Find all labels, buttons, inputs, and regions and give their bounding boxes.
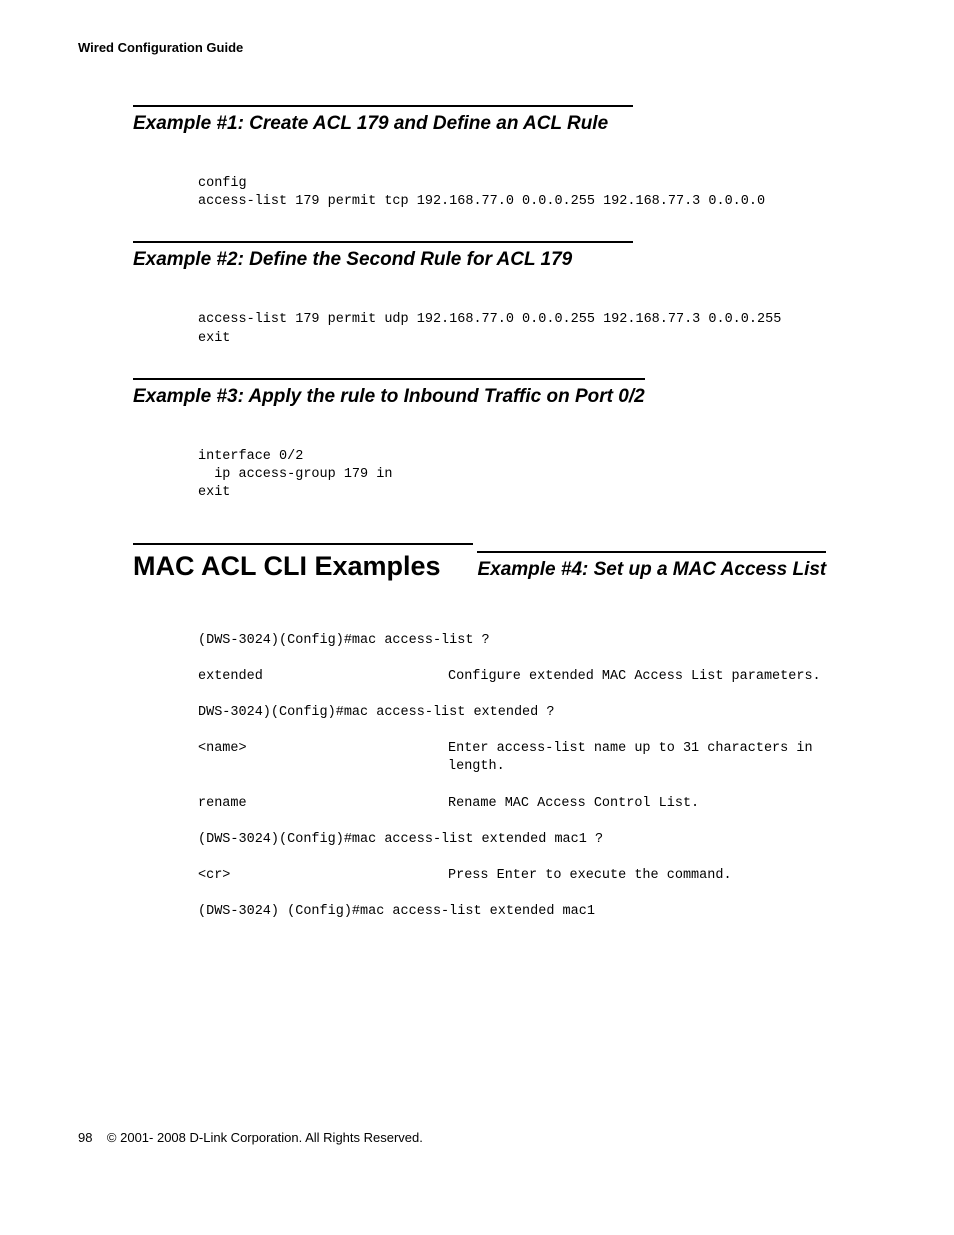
cli-keyword: <name> (198, 740, 448, 776)
example-1-heading: Example #1: Create ACL 179 and Define an… (133, 105, 633, 135)
cli-description: Enter access-list name up to 31 characte… (448, 740, 876, 776)
example-2-code: access-list 179 permit udp 192.168.77.0 … (198, 311, 876, 347)
page-number: 98 (78, 1130, 92, 1145)
cli-line: DWS-3024)(Config)#mac access-list extend… (198, 704, 876, 722)
page: Wired Configuration Guide Example #1: Cr… (0, 0, 954, 1235)
cli-row: <cr> Press Enter to execute the command. (198, 867, 876, 885)
cli-line: (DWS-3024)(Config)#mac access-list ? (198, 632, 876, 650)
section-heading: MAC ACL CLI Examples (133, 543, 473, 582)
footer: 98 © 2001- 2008 D-Link Corporation. All … (78, 1130, 423, 1145)
cli-keyword: <cr> (198, 867, 448, 885)
running-header: Wired Configuration Guide (78, 40, 876, 55)
cli-row: <name> Enter access-list name up to 31 c… (198, 740, 876, 776)
example-3-heading: Example #3: Apply the rule to Inbound Tr… (133, 378, 645, 408)
cli-description: Configure extended MAC Access List param… (448, 668, 876, 686)
cli-keyword: extended (198, 668, 448, 686)
cli-description: Rename MAC Access Control List. (448, 795, 876, 813)
cli-keyword: rename (198, 795, 448, 813)
cli-line: (DWS-3024)(Config)#mac access-list exten… (198, 831, 876, 849)
content-area: Example #1: Create ACL 179 and Define an… (78, 105, 876, 922)
copyright: © 2001- 2008 D-Link Corporation. All Rig… (107, 1130, 423, 1145)
cli-row: extended Configure extended MAC Access L… (198, 668, 876, 686)
example-3-code: interface 0/2 ip access-group 179 in exi… (198, 448, 876, 503)
example-4-cli: (DWS-3024)(Config)#mac access-list ? ext… (198, 632, 876, 922)
cli-line: (DWS-3024) (Config)#mac access-list exte… (198, 903, 876, 921)
example-4-heading: Example #4: Set up a MAC Access List (477, 551, 826, 581)
cli-description: Press Enter to execute the command. (448, 867, 876, 885)
example-1-code: config access-list 179 permit tcp 192.16… (198, 175, 876, 211)
cli-row: rename Rename MAC Access Control List. (198, 795, 876, 813)
example-2-heading: Example #2: Define the Second Rule for A… (133, 241, 633, 271)
